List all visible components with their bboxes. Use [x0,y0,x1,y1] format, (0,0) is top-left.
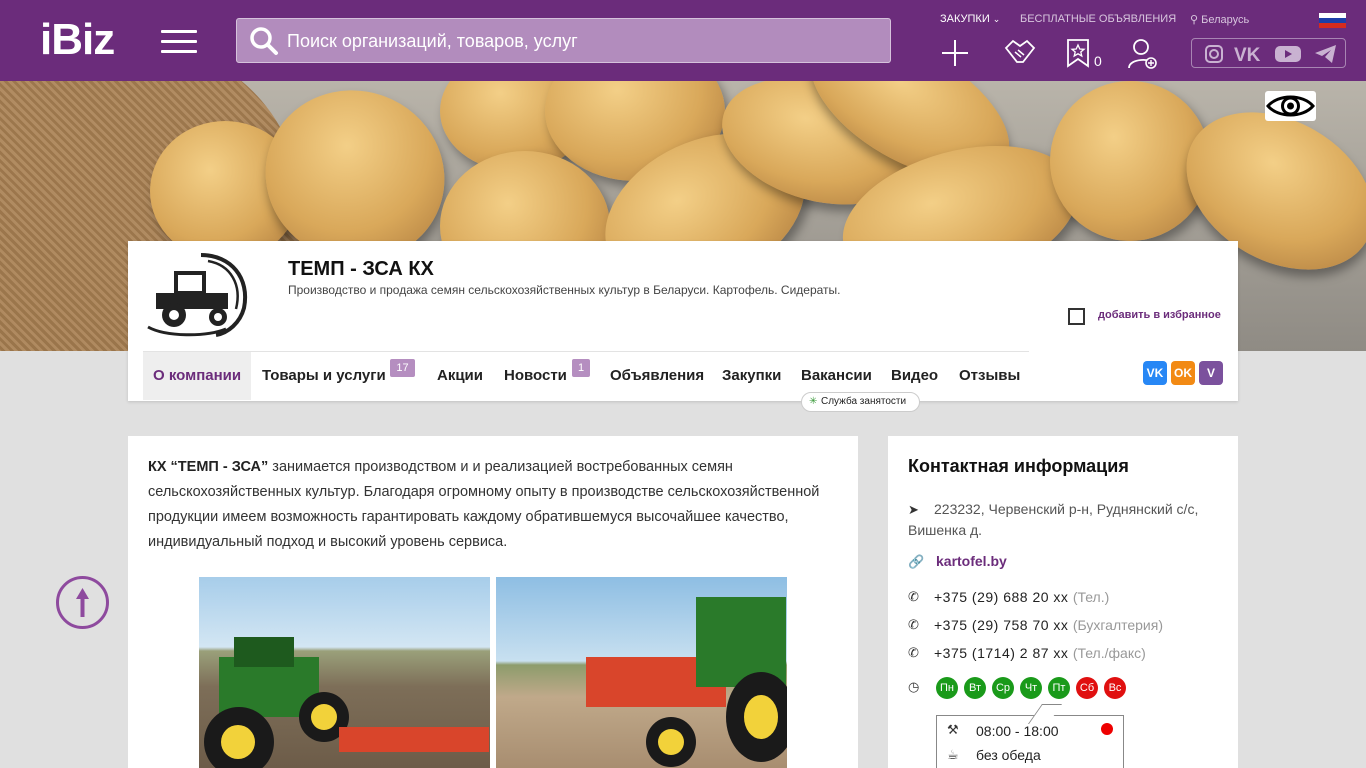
youtube-icon[interactable] [1274,44,1302,64]
about-company-name: КХ “ТЕМП - ЗСА” [148,459,269,475]
instagram-icon[interactable] [1204,44,1224,64]
tools-icon: ⚒ [947,722,959,737]
day-badge[interactable]: Сб [1076,677,1098,699]
website-link[interactable]: kartofel.by [936,553,1007,569]
add-favorite-checkbox[interactable] [1068,308,1085,325]
site-logo[interactable]: iBiz [40,18,115,62]
employment-service-tooltip[interactable]: ✳ Служба занятости [801,392,920,412]
day-badge[interactable]: Чт [1020,677,1042,699]
search-icon[interactable] [249,26,279,56]
company-name: ТЕМП - ЗСА КХ [288,258,434,280]
handshake-icon[interactable] [1003,38,1037,68]
phone-icon: ✆ [908,617,919,632]
phone-icon: ✆ [908,645,919,660]
add-user-icon[interactable] [1128,38,1158,70]
share-viber-icon[interactable]: V [1199,361,1223,385]
company-tractor-logo [147,253,248,337]
about-text: КХ “ТЕМП - ЗСА” занимается производством… [148,459,820,550]
phone-row[interactable]: +375 (29) 688 20 xx (Тел.) [934,589,1109,605]
closed-status-dot [1101,723,1113,735]
contact-title: Контактная информация [908,456,1129,476]
add-favorite-link[interactable]: добавить в избранное [1098,309,1221,321]
products-count-badge: 17 [390,359,415,377]
lunch-break: без обеда [976,747,1041,763]
tab-news[interactable]: Новости [504,352,567,400]
share-ok-icon[interactable]: OK [1171,361,1195,385]
clock-icon: ◷ [908,679,920,694]
favorites-count: 0 [1094,53,1102,69]
work-hours: 08:00 - 18:00 [976,723,1059,739]
search-input[interactable] [287,27,877,55]
day-badge[interactable]: Ср [992,677,1014,699]
contact-panel: Контактная информация ➤ 223232, Червенск… [888,436,1238,768]
contact-address: 223232, Червенский р-н, Руднянский с/с, … [908,501,1199,538]
language-flag-ru-icon[interactable] [1319,13,1346,28]
phone-row[interactable]: +375 (1714) 2 87 xx (Тел./факс) [934,645,1146,661]
purchases-link[interactable]: ЗАКУПКИ ⌄ [940,13,1000,25]
menu-burger-icon[interactable] [161,30,197,54]
tab-about[interactable]: О компании [143,352,252,400]
free-ads-link[interactable]: БЕСПЛАТНЫЕ ОБЪЯВЛЕНИЯ [1020,13,1176,25]
vk-icon[interactable]: VK [1234,44,1266,64]
social-links: VK [1191,38,1346,68]
location-pin-icon: ⚲ [1190,14,1199,26]
about-panel: КХ “ТЕМП - ЗСА” занимается производством… [128,436,858,768]
tab-promotions[interactable]: Акции [437,352,483,400]
tab-purchases[interactable]: Закупки [722,352,781,400]
company-card: ТЕМП - ЗСА КХ Производство и продажа сем… [128,241,1238,401]
eye-icon [1266,95,1315,117]
svg-text:VK: VK [1234,45,1261,64]
top-header: iBiz ЗАКУПКИ ⌄ БЕСПЛАТНЫЕ ОБЪЯВЛЕНИЯ ⚲ Б… [0,0,1366,81]
phone-icon: ✆ [908,589,919,604]
scroll-to-top-button[interactable] [56,576,109,629]
add-plus-icon[interactable] [940,38,970,68]
coffee-cup-icon: ☕ [947,747,959,762]
favorites-star-icon[interactable] [1066,38,1090,68]
accessibility-eye-button[interactable] [1265,91,1316,121]
chevron-down-icon: ⌄ [992,14,1001,24]
day-badge[interactable]: Пн [936,677,958,699]
phone-row[interactable]: +375 (29) 758 70 xx (Бухгалтерия) [934,617,1163,633]
tab-ads[interactable]: Объявления [610,352,704,400]
day-badge[interactable]: Вт [964,677,986,699]
day-badge[interactable]: Вс [1104,677,1126,699]
sparkle-icon: ✳ [809,396,818,407]
tractor-photo-2[interactable] [496,577,787,768]
search-bar [236,18,891,63]
link-icon: 🔗 [908,554,925,569]
tractor-photo-1[interactable] [199,577,490,768]
share-vk-icon[interactable]: VK [1143,361,1167,385]
tab-products[interactable]: Товары и услуги [262,352,386,400]
tab-reviews[interactable]: Отзывы [959,352,1020,400]
day-badge[interactable]: Пт [1048,677,1070,699]
news-count-badge: 1 [572,359,590,377]
arrow-up-icon [76,588,89,617]
company-description: Производство и продажа семян сельскохозя… [288,283,841,297]
hours-popup: ⚒ 08:00 - 18:00 ☕ без обеда [936,704,1124,768]
region-selector[interactable]: ⚲ Беларусь [1190,13,1249,26]
telegram-icon[interactable] [1314,44,1338,64]
